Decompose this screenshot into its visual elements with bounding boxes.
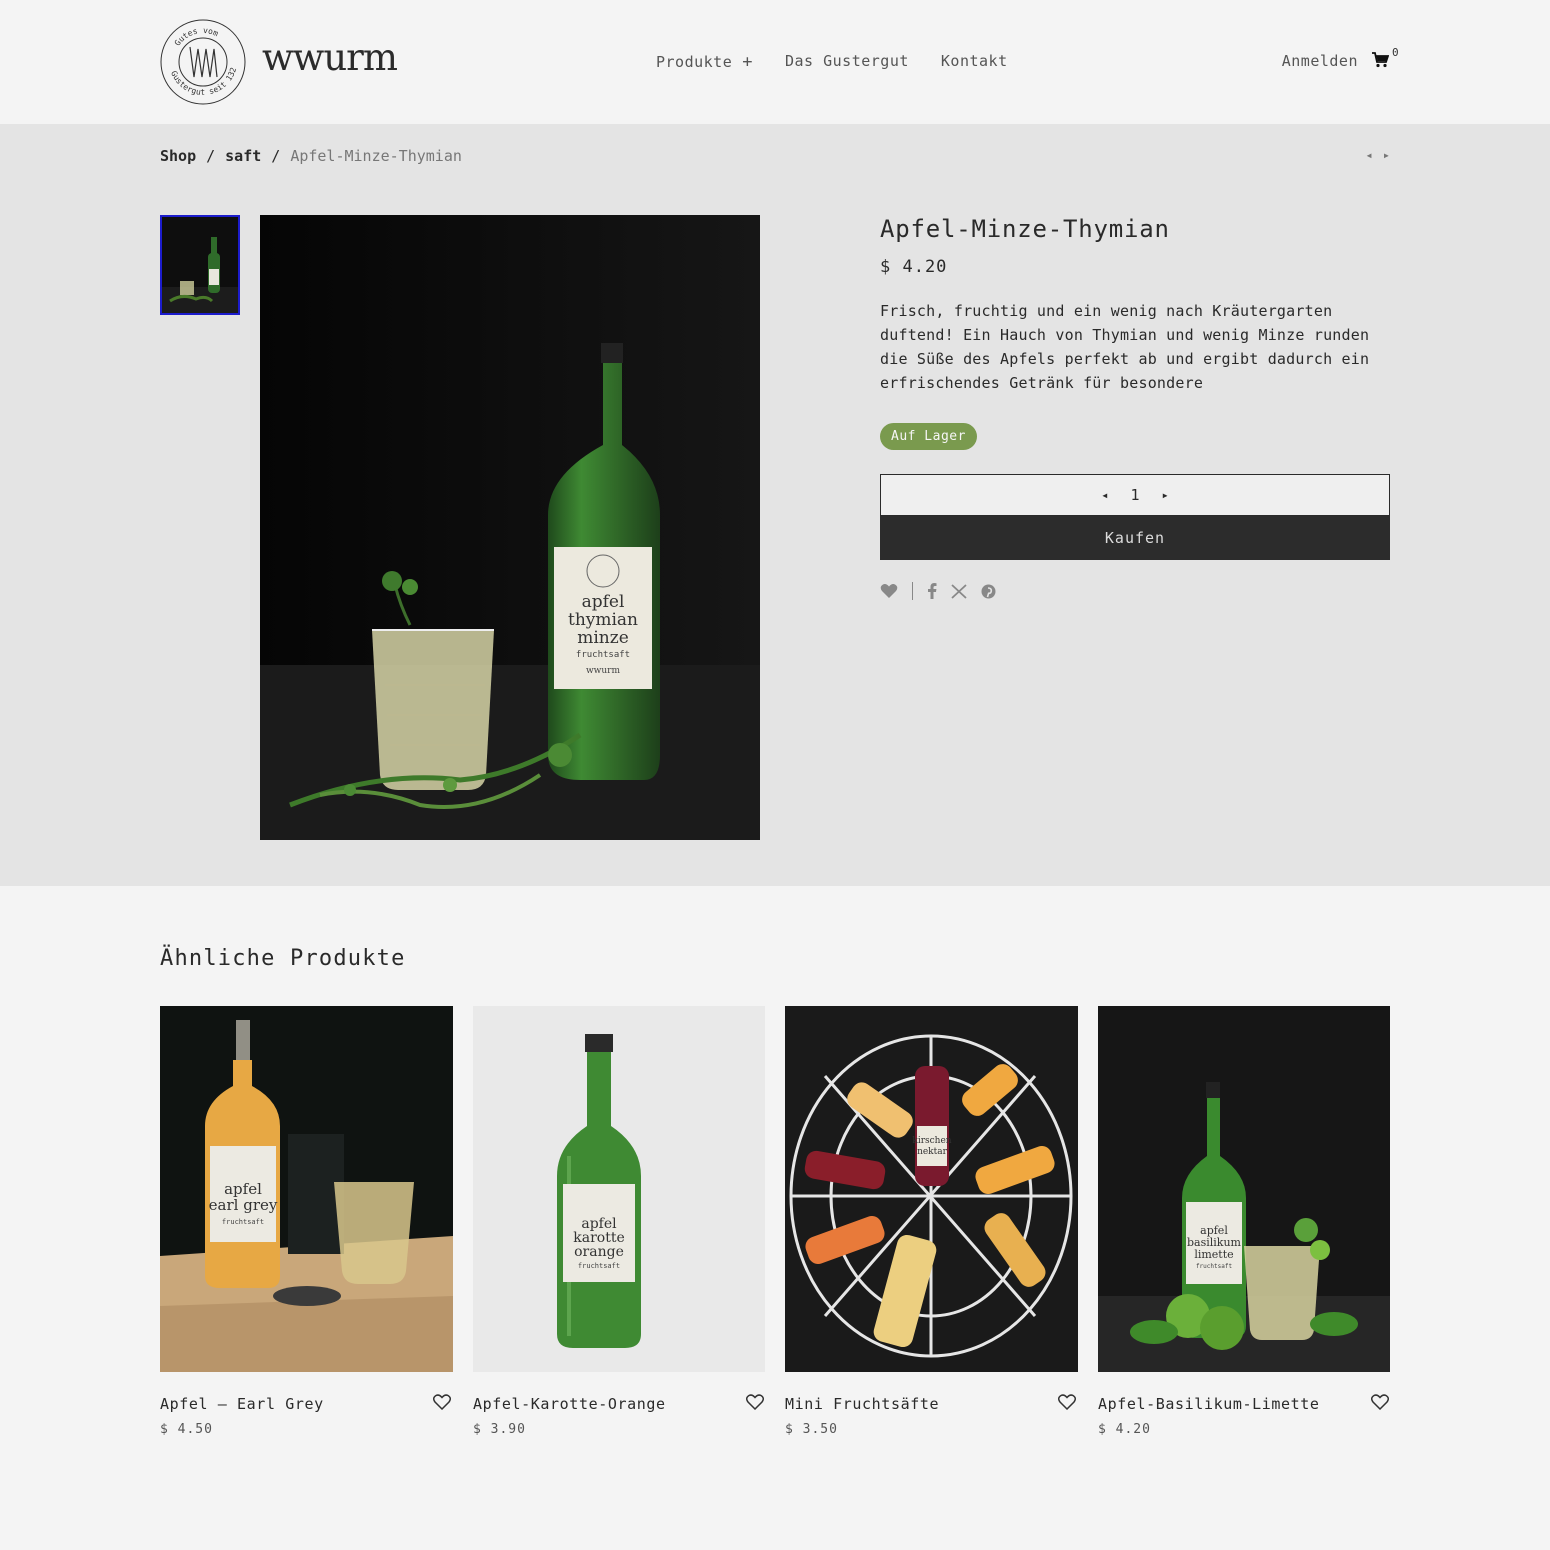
wishlist-heart-icon[interactable] [746,1394,764,1410]
related-product-name[interactable]: Apfel — Earl Grey [160,1395,453,1413]
main-nav: Produkte + Das Gustergut Kontakt [656,52,1008,72]
buy-button[interactable]: Kaufen [880,516,1390,560]
wishlist-heart-icon[interactable] [433,1394,451,1410]
product-section: Shop / saft / Apfel-Minze-Thymian ◂ ▸ ap… [0,124,1550,886]
svg-text:fruchtsaft: fruchtsaft [222,1218,264,1226]
wishlist-heart-icon[interactable] [1058,1394,1076,1410]
cart-count: 0 [1392,46,1400,59]
svg-text:minze: minze [577,628,629,648]
breadcrumb-current: Apfel-Minze-Thymian [290,147,462,165]
svg-text:fruchtsaft: fruchtsaft [576,650,630,660]
related-product-image[interactable]: apfel karotte orange fruchtsaft [473,1006,766,1372]
brand-seal-logo[interactable]: Gutes vom Gustergut seit 1324 [160,19,246,105]
product-info: Apfel-Minze-Thymian $ 4.20 Frisch, fruch… [880,215,1390,600]
related-section-title: Ähnliche Produkte [160,946,406,971]
svg-text:Gutes vom: Gutes vom [173,26,220,48]
related-product-price: $ 4.20 [1098,1422,1151,1437]
cart-icon [1372,52,1390,68]
share-bar [880,582,1390,600]
svg-text:thymian: thymian [568,610,638,630]
related-product-price: $ 3.50 [785,1422,838,1437]
x-icon[interactable] [951,583,967,599]
related-product-card[interactable]: kirschen nektar Mini Fruchtsäfte $ 3.50 [785,1006,1078,1437]
breadcrumb: Shop / saft / Apfel-Minze-Thymian [160,147,462,165]
facebook-icon[interactable] [927,583,937,599]
quantity-stepper: ◂ 1 ▸ [880,474,1390,516]
thumbnail-image [162,217,238,313]
breadcrumb-saft[interactable]: saft [225,147,261,165]
svg-text:earl grey: earl grey [209,1196,278,1214]
product-thumbnail[interactable] [160,215,240,315]
svg-text:kirschen: kirschen [912,1136,951,1146]
site-header: Gutes vom Gustergut seit 1324 wwurm Prod… [0,0,1550,124]
product-price: $ 4.20 [880,257,948,277]
heart-icon[interactable] [880,583,898,599]
nav-item-label: Produkte [656,53,733,71]
breadcrumb-separator: / [206,147,216,165]
wishlist-heart-icon[interactable] [1371,1394,1389,1410]
pinterest-icon[interactable] [981,584,996,599]
related-product-card[interactable]: apfel earl grey fruchtsaft Apfel — Earl … [160,1006,453,1437]
related-product-name[interactable]: Mini Fruchtsäfte [785,1395,1078,1413]
related-product-image[interactable]: apfel earl grey fruchtsaft [160,1006,453,1372]
svg-text:fruchtsaft: fruchtsaft [1196,1263,1233,1270]
product-photo: apfel thymian minze fruchtsaft wwurm [260,215,760,840]
quantity-increase-icon[interactable]: ▸ [1162,488,1169,502]
related-product-price: $ 3.90 [473,1422,526,1437]
related-product-image[interactable]: kirschen nektar [785,1006,1078,1372]
stock-badge: Auf Lager [880,423,977,450]
related-product-name[interactable]: Apfel-Basilikum-Limette [1098,1395,1391,1413]
login-link[interactable]: Anmelden [1282,52,1358,70]
expand-plus-icon: + [742,52,753,72]
product-description: Frisch, fruchtig und ein wenig nach Kräu… [880,302,1370,392]
product-pager: ◂ ▸ [1366,148,1390,162]
divider [912,582,913,600]
related-product-image[interactable]: apfel basilikum limette fruchtsaft [1098,1006,1391,1372]
svg-text:fruchtsaft: fruchtsaft [578,1262,620,1270]
related-product-card[interactable]: apfel basilikum limette fruchtsaft Apfel… [1098,1006,1391,1437]
next-product-icon[interactable]: ▸ [1383,148,1390,162]
nav-item-gustergut[interactable]: Das Gustergut [785,52,909,72]
prev-product-icon[interactable]: ◂ [1366,148,1373,162]
nav-item-produkte[interactable]: Produkte + [656,52,753,72]
breadcrumb-shop[interactable]: Shop [160,147,196,165]
quantity-value[interactable]: 1 [1130,486,1139,504]
svg-text:nektar: nektar [917,1147,948,1157]
related-product-card[interactable]: apfel karotte orange fruchtsaft Apfel-Ka… [473,1006,766,1437]
product-main-image[interactable]: apfel thymian minze fruchtsaft wwurm [260,215,760,840]
svg-text:orange: orange [574,1244,624,1260]
account-area: Anmelden 0 [1282,46,1399,70]
quantity-decrease-icon[interactable]: ◂ [1101,488,1108,502]
svg-text:limette: limette [1194,1248,1233,1261]
breadcrumb-separator: / [271,147,281,165]
related-product-price: $ 4.50 [160,1422,213,1437]
cart-button[interactable]: 0 [1372,46,1399,70]
svg-text:apfel: apfel [582,592,625,612]
brand-wordmark[interactable]: wwurm [262,36,398,79]
nav-item-kontakt[interactable]: Kontakt [941,52,1008,72]
related-product-name[interactable]: Apfel-Karotte-Orange [473,1395,766,1413]
product-title: Apfel-Minze-Thymian [880,215,1170,243]
svg-text:wwurm: wwurm [586,666,621,676]
